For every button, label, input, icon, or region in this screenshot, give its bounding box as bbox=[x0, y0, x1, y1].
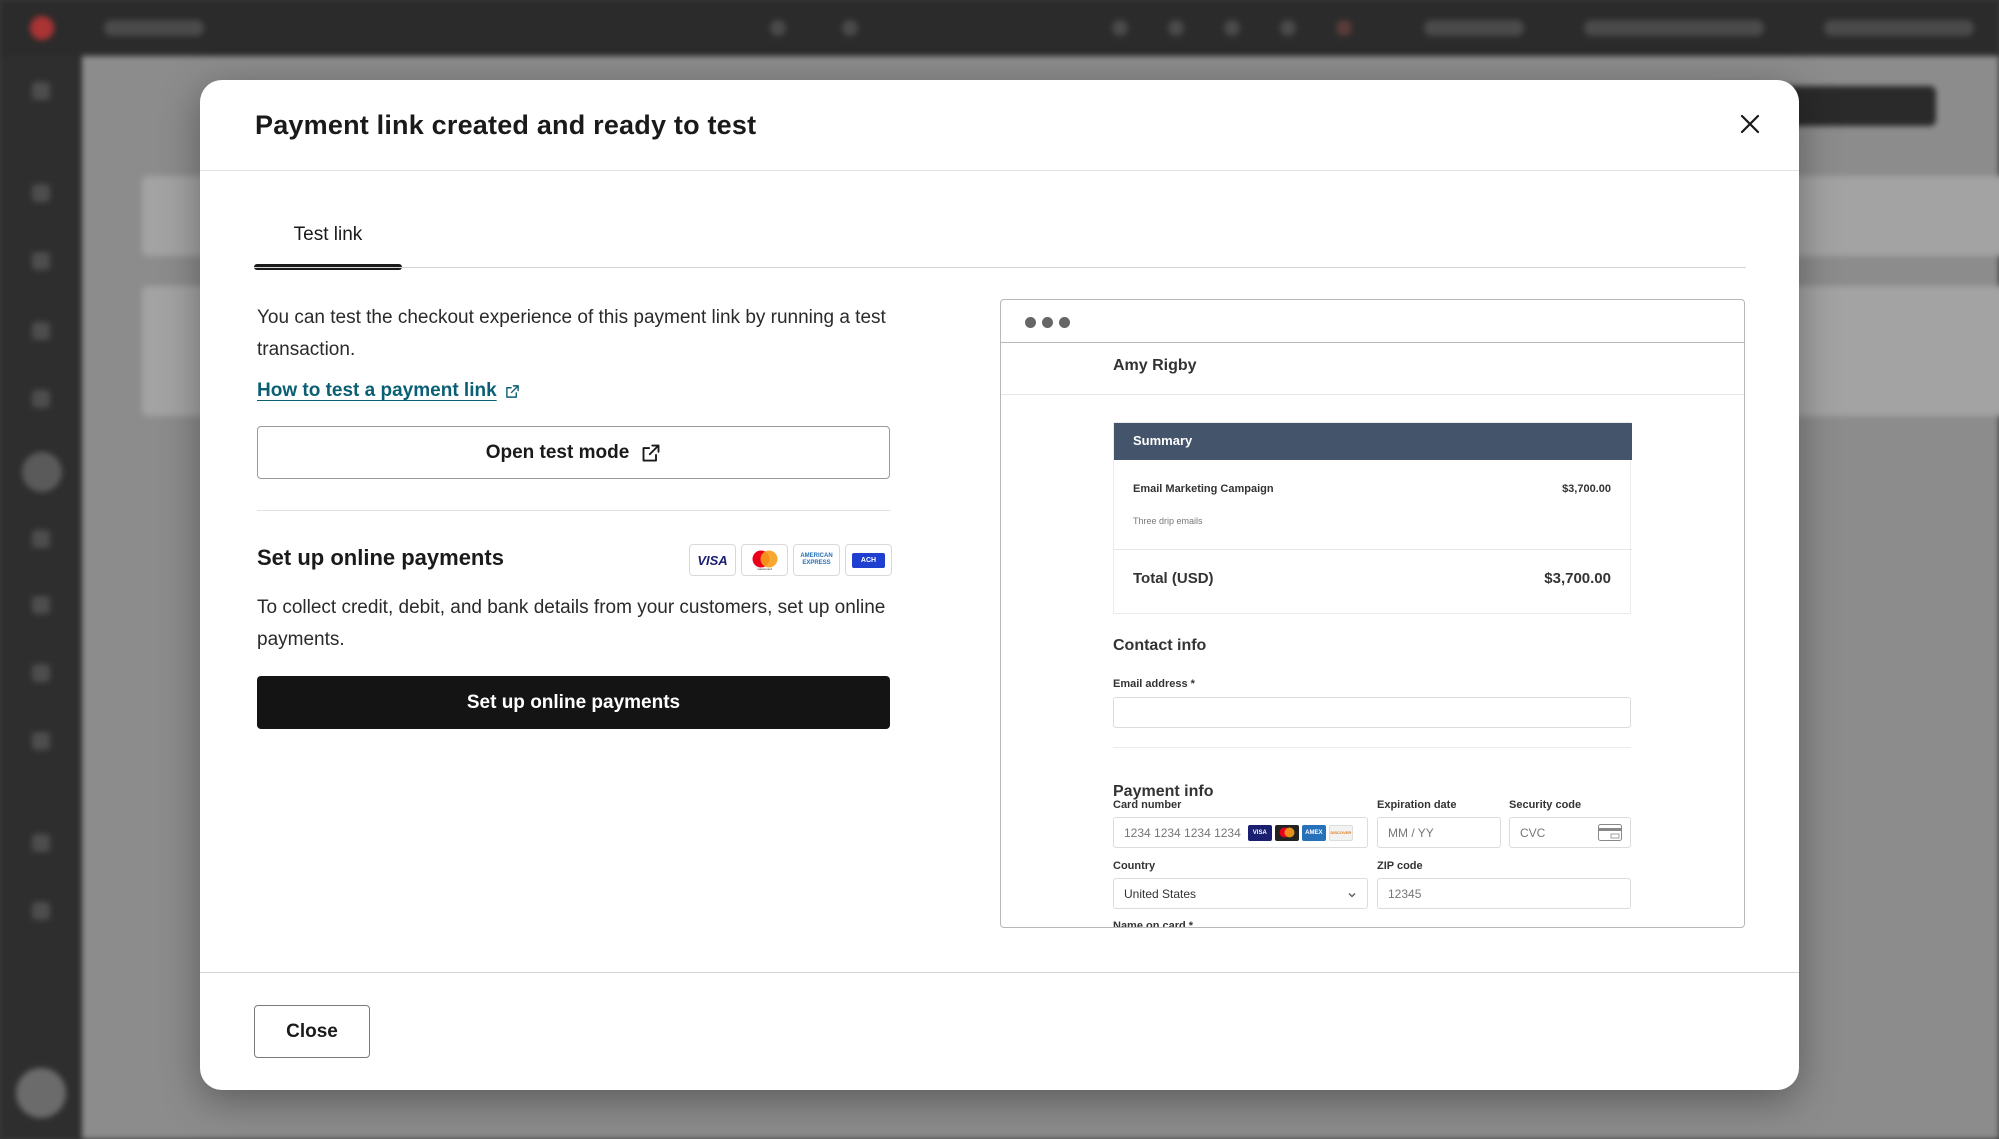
background-icon bbox=[32, 184, 50, 202]
help-link-label: How to test a payment link bbox=[257, 380, 497, 401]
zip-label: ZIP code bbox=[1377, 860, 1423, 872]
card-number-placeholder: 1234 1234 1234 1234 bbox=[1124, 825, 1241, 840]
card-number-label: Card number bbox=[1113, 799, 1182, 811]
summary-header: Summary bbox=[1114, 423, 1632, 460]
background-icon bbox=[32, 596, 50, 614]
background-icon bbox=[32, 252, 50, 270]
tab-label: Test link bbox=[293, 224, 363, 245]
open-test-mode-label: Open test mode bbox=[485, 441, 630, 463]
discover-logo: DISCOVER bbox=[1328, 824, 1353, 841]
total-value: $3,700.00 bbox=[1544, 570, 1611, 587]
accepted-cards: VISA mastercard AMERICAN EXPRESS ACH bbox=[689, 544, 892, 576]
total-label: Total (USD) bbox=[1133, 570, 1214, 587]
security-code-placeholder: CVC bbox=[1520, 826, 1546, 840]
modal-footer: Close bbox=[200, 972, 1799, 1090]
zip-input: 12345 bbox=[1377, 878, 1631, 909]
cvc-card-icon bbox=[1598, 824, 1622, 844]
line-item-price: $3,700.00 bbox=[1562, 483, 1611, 495]
preview-window-bar bbox=[1001, 300, 1744, 343]
background-icon bbox=[22, 452, 62, 492]
email-input bbox=[1113, 697, 1631, 728]
mastercard-logo: mastercard bbox=[741, 544, 788, 576]
background-icon bbox=[1224, 20, 1240, 36]
external-link-icon bbox=[505, 384, 520, 399]
tab-divider bbox=[254, 267, 1746, 268]
external-link-icon bbox=[641, 443, 661, 463]
background-avatar bbox=[16, 1068, 66, 1118]
background-icon bbox=[32, 390, 50, 408]
contact-info-title: Contact info bbox=[1113, 637, 1207, 654]
security-code-input: CVC bbox=[1509, 817, 1631, 848]
mastercard-logo bbox=[1274, 824, 1299, 841]
background-icon bbox=[1336, 20, 1352, 36]
open-test-mode-button[interactable]: Open test mode bbox=[257, 426, 890, 479]
setup-online-payments-button[interactable]: Set up online payments bbox=[257, 676, 890, 729]
checkout-preview: Amy Rigby Summary Email Marketing Campai… bbox=[1000, 299, 1745, 928]
summary-divider bbox=[1114, 549, 1632, 550]
window-dot-icon bbox=[1042, 317, 1053, 328]
window-dot-icon bbox=[1025, 317, 1036, 328]
email-label: Email address * bbox=[1113, 678, 1195, 690]
background-icon bbox=[32, 732, 50, 750]
country-value: United States bbox=[1124, 887, 1197, 901]
modal-title: Payment link created and ready to test bbox=[255, 110, 757, 140]
country-select: United States bbox=[1113, 878, 1368, 909]
amex-logo: AMERICAN EXPRESS bbox=[793, 544, 840, 576]
ach-logo: ACH bbox=[845, 544, 892, 576]
background-icon bbox=[32, 530, 50, 548]
visa-logo: VISA bbox=[1247, 824, 1272, 841]
background-pill bbox=[1824, 20, 1974, 36]
background-icon bbox=[32, 664, 50, 682]
card-number-input: 1234 1234 1234 1234 VISA AMEX DISCOVER bbox=[1113, 817, 1368, 848]
section-divider bbox=[257, 510, 890, 511]
preview-divider bbox=[1113, 747, 1631, 748]
payment-link-modal: Payment link created and ready to test T… bbox=[200, 80, 1799, 1090]
background-sidebar bbox=[0, 56, 82, 1139]
line-item-name: Email Marketing Campaign bbox=[1133, 483, 1274, 495]
setup-description: To collect credit, debit, and bank detai… bbox=[257, 597, 886, 650]
name-on-card-label: Name on card * bbox=[1113, 920, 1194, 928]
close-button[interactable]: Close bbox=[254, 1005, 370, 1058]
close-icon[interactable] bbox=[1734, 108, 1766, 140]
visa-logo: VISA bbox=[689, 544, 736, 576]
background-icon bbox=[32, 902, 50, 920]
modal-header: Payment link created and ready to test bbox=[200, 80, 1799, 171]
test-intro-text: You can test the checkout experience of … bbox=[257, 307, 886, 360]
security-code-label: Security code bbox=[1509, 799, 1582, 811]
background-pill bbox=[1584, 20, 1764, 36]
background-icon bbox=[1280, 20, 1296, 36]
background-pill bbox=[1424, 20, 1524, 36]
app-logo-icon bbox=[30, 16, 54, 40]
window-dot-icon bbox=[1059, 317, 1070, 328]
merchant-name: Amy Rigby bbox=[1113, 357, 1197, 374]
country-label: Country bbox=[1113, 860, 1156, 872]
background-search bbox=[104, 20, 204, 36]
chevron-down-icon bbox=[1347, 889, 1357, 903]
order-summary: Summary Email Marketing Campaign $3,700.… bbox=[1113, 422, 1632, 614]
line-item-description: Three drip emails bbox=[1133, 516, 1203, 526]
background-icon bbox=[842, 20, 858, 36]
preview-divider bbox=[1001, 394, 1744, 395]
amex-logo: AMEX bbox=[1301, 824, 1326, 841]
background-icon bbox=[32, 82, 50, 100]
help-link[interactable]: How to test a payment link bbox=[257, 380, 520, 402]
expiry-input: MM / YY bbox=[1377, 817, 1501, 848]
tab-test-link[interactable]: Test link bbox=[254, 210, 402, 270]
background-icon bbox=[1168, 20, 1184, 36]
background-topbar bbox=[0, 0, 1999, 56]
background-icon bbox=[1112, 20, 1128, 36]
background-icon bbox=[770, 20, 786, 36]
background-icon bbox=[32, 322, 50, 340]
background-icon bbox=[32, 834, 50, 852]
setup-section-title: Set up online payments bbox=[257, 545, 504, 570]
expiry-label: Expiration date bbox=[1377, 799, 1457, 811]
